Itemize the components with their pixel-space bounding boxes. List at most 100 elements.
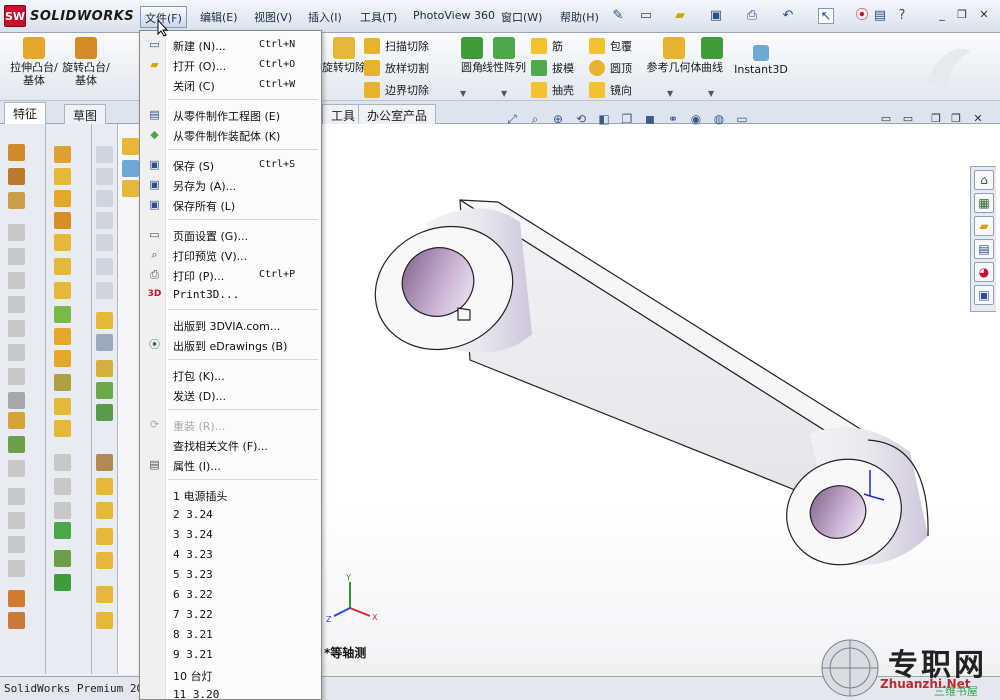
recent-file-item[interactable]: 5 3.23 <box>140 565 321 585</box>
help-icon[interactable]: ? <box>894 8 910 24</box>
recent-file-item[interactable]: 11 3.20 <box>140 685 321 699</box>
draft-button[interactable]: 拔模 <box>531 58 574 78</box>
view-settings-icon[interactable]: ▭ <box>734 111 750 127</box>
sweep-cut-button[interactable]: 扫描切除 <box>364 36 429 56</box>
tool-icon[interactable] <box>96 146 113 163</box>
tool-icon[interactable] <box>54 234 71 251</box>
menu-item-new[interactable]: ▭ 新建 (N)... Ctrl+N <box>140 35 321 55</box>
minimize-icon[interactable]: _ <box>934 8 950 22</box>
home-icon[interactable]: ⌂ <box>974 170 994 190</box>
recent-file-item[interactable]: 4 3.23 <box>140 545 321 565</box>
tool-icon[interactable] <box>8 460 25 477</box>
recent-file-item[interactable]: 3 3.24 <box>140 525 321 545</box>
tool-icon[interactable] <box>54 374 71 391</box>
tool-icon[interactable] <box>96 478 113 495</box>
recent-file-item[interactable]: 1 电源插头 <box>140 485 321 505</box>
menu-item-make-assembly[interactable]: ◆ 从零件制作装配体 (K) <box>140 125 321 145</box>
menu-item-print-preview[interactable]: ⌕ 打印预览 (V)... <box>140 245 321 265</box>
dome-button[interactable]: 圆顶 <box>589 58 632 78</box>
display-style-icon[interactable]: ◼ <box>642 111 658 127</box>
menu-item-publish-3dvia[interactable]: 出版到 3DVIA.com... <box>140 315 321 335</box>
tool-icon[interactable] <box>54 398 71 415</box>
tool-icon[interactable] <box>54 146 71 163</box>
revolve-boss-button[interactable]: 旋转凸台/基体 <box>58 37 114 87</box>
instant3d-button[interactable]: Instant3D <box>732 45 790 76</box>
menu-item-make-drawing[interactable]: ▤ 从零件制作工程图 (E) <box>140 105 321 125</box>
menu-insert[interactable]: 插入(I) <box>304 8 346 26</box>
graphics-maximize-icon[interactable]: ❐ <box>948 112 964 126</box>
recent-file-item[interactable]: 10 台灯 <box>140 665 321 685</box>
menu-item-save[interactable]: ▣ 保存 (S) Ctrl+S <box>140 155 321 175</box>
open-folder-icon[interactable]: ▰ <box>672 8 688 24</box>
hide-show-icon[interactable]: ⚭ <box>665 111 681 127</box>
refgeom-dropdown-arrow[interactable]: ▼ <box>667 89 673 98</box>
tool-icon[interactable] <box>54 420 71 437</box>
section-view-icon[interactable]: ◧ <box>596 111 612 127</box>
tool-icon[interactable] <box>96 282 113 299</box>
graphics-close-icon[interactable]: ✕ <box>970 112 986 126</box>
view-palette-icon[interactable]: ▤ <box>974 239 994 259</box>
tool-icon[interactable] <box>8 224 25 241</box>
close-window-icon[interactable]: ✕ <box>976 8 992 22</box>
menu-window[interactable]: 窗口(W) <box>497 8 546 26</box>
menu-view[interactable]: 视图(V) <box>250 8 296 26</box>
tool-icon[interactable] <box>8 344 25 361</box>
graphics-tile-icon[interactable]: ▭ <box>900 112 916 126</box>
tool-icon[interactable] <box>54 168 71 185</box>
menu-item-properties[interactable]: ▤ 属性 (I)... <box>140 455 321 475</box>
appearances-icon[interactable]: ◕ <box>974 262 994 282</box>
save-icon[interactable]: ▣ <box>708 8 724 24</box>
tool-icon[interactable] <box>54 258 71 275</box>
recent-file-item[interactable]: 9 3.21 <box>140 645 321 665</box>
tool-icon[interactable] <box>8 192 25 209</box>
tool-icon[interactable] <box>96 586 113 603</box>
boundary-cut-button[interactable]: 边界切除 <box>364 80 429 100</box>
tool-icon[interactable] <box>8 436 25 453</box>
fillet-dropdown-arrow[interactable]: ▼ <box>460 89 466 98</box>
tool-icon[interactable] <box>8 512 25 529</box>
previous-view-icon[interactable]: ⟲ <box>573 111 589 127</box>
tool-icon[interactable] <box>96 334 113 351</box>
scene-icon[interactable]: ◍ <box>711 111 727 127</box>
curves-button[interactable]: 曲线 <box>692 37 732 74</box>
tool-icon[interactable] <box>96 382 113 399</box>
tool-icon[interactable] <box>54 522 71 539</box>
tool-icon[interactable] <box>8 320 25 337</box>
extrude-boss-button[interactable]: 拉伸凸台/基体 <box>6 37 62 87</box>
pushpin-icon[interactable]: ✎ <box>610 8 626 24</box>
menu-item-print3d[interactable]: 3D Print3D... <box>140 285 321 305</box>
tool-icon[interactable] <box>8 144 25 161</box>
graphics-restore-icon[interactable]: ❐ <box>928 112 944 126</box>
tool-icon[interactable] <box>96 454 113 471</box>
rebuild-icon[interactable]: ⦿ <box>854 8 870 24</box>
undo-icon[interactable]: ↶ <box>780 8 796 24</box>
tool-icon[interactable] <box>122 138 139 155</box>
options-icon[interactable]: ▤ <box>872 8 888 24</box>
menu-photoview[interactable]: PhotoView 360 <box>409 8 499 26</box>
tool-icon[interactable] <box>8 168 25 185</box>
tool-icon[interactable] <box>96 190 113 207</box>
tool-icon[interactable] <box>96 528 113 545</box>
tab-features[interactable]: 特征 <box>4 102 47 124</box>
mirror-button[interactable]: 镜向 <box>589 80 632 100</box>
graphics-minimize-icon[interactable]: ▭ <box>878 112 894 126</box>
design-library-icon[interactable]: ▦ <box>974 193 994 213</box>
tool-icon[interactable] <box>122 180 139 197</box>
tab-sketch[interactable]: 草图 <box>64 104 107 124</box>
tool-icon[interactable] <box>96 502 113 519</box>
zoom-to-fit-icon[interactable]: ⤢ <box>504 111 520 127</box>
tool-icon[interactable] <box>96 360 113 377</box>
linear-pattern-button[interactable]: 线性阵列 <box>478 37 530 74</box>
select-arrow-icon[interactable]: ↖ <box>818 8 834 24</box>
tool-icon[interactable] <box>8 248 25 265</box>
tool-icon[interactable] <box>54 282 71 299</box>
shell-button[interactable]: 抽壳 <box>531 80 574 100</box>
pattern-dropdown-arrow[interactable]: ▼ <box>501 89 507 98</box>
curves-dropdown-arrow[interactable]: ▼ <box>708 89 714 98</box>
tool-icon[interactable] <box>54 190 71 207</box>
tool-icon[interactable] <box>54 502 71 519</box>
tool-icon[interactable] <box>54 328 71 345</box>
recent-file-item[interactable]: 6 3.22 <box>140 585 321 605</box>
filter-icon[interactable] <box>122 160 139 177</box>
tool-icon[interactable] <box>8 392 25 409</box>
